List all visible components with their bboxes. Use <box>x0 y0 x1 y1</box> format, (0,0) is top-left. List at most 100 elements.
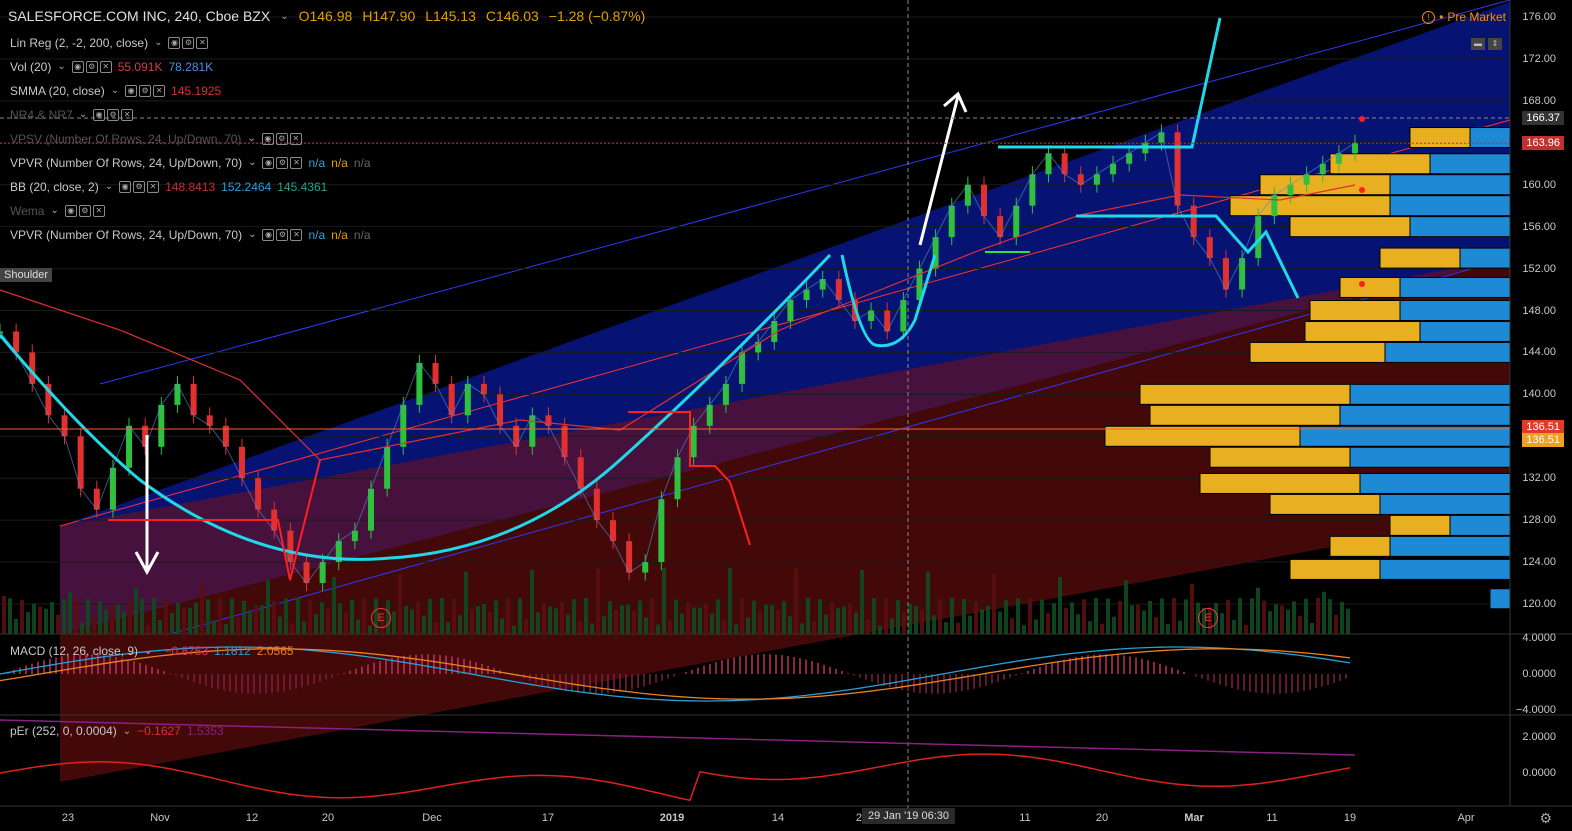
indicator-legend-row[interactable]: VPVR (Number Of Rows, 24, Up/Down, 70) ⌄ ◉… <box>10 154 371 172</box>
volume-bar <box>20 600 24 634</box>
indicator-controls[interactable]: ◉ ⚙ ✕ <box>93 109 134 121</box>
volume-bar <box>98 601 102 634</box>
volume-bar <box>536 612 540 634</box>
close-icon[interactable]: ✕ <box>289 133 302 145</box>
indicator-controls[interactable]: ◉ ⚙ ✕ <box>168 37 209 49</box>
close-icon[interactable]: ✕ <box>196 37 209 49</box>
indicator-controls[interactable]: ◉ ⚙ ✕ <box>262 229 303 241</box>
settings-icon[interactable]: ⚙ <box>78 205 91 217</box>
volume-profile-up-bar <box>1349 383 1511 405</box>
volume-bar <box>1052 603 1056 634</box>
earnings-icon[interactable]: E <box>371 608 391 628</box>
volume-bar <box>1250 598 1254 634</box>
chevron-down-icon[interactable]: ⌄ <box>123 726 131 737</box>
close-icon[interactable]: ✕ <box>147 181 160 193</box>
indicator-name[interactable]: VPVR (Number Of Rows, 24, Up/Down, 70) <box>10 154 242 172</box>
settings-icon[interactable]: ⚙ <box>182 37 195 49</box>
eye-icon[interactable]: ◉ <box>93 109 106 121</box>
volume-profile-down-bar <box>1149 404 1341 426</box>
volume-bar <box>110 605 114 634</box>
per-name[interactable]: pEr (252, 0, 0.0004) <box>10 724 117 738</box>
indicator-controls[interactable]: ◉ ⚙ ✕ <box>119 181 160 193</box>
indicator-legend-row[interactable]: Vol (20) ⌄ ◉ ⚙ ✕ 55.091K 78.281K <box>10 58 213 76</box>
indicator-legend-row[interactable]: VPSV (Number Of Rows, 24, Up/Down, 70) ⌄ ◉… <box>10 130 302 148</box>
indicator-legend-row[interactable]: NR4 & NR7 ⌄ ◉ ⚙ ✕ <box>10 106 134 124</box>
volume-bar <box>248 610 252 634</box>
close-icon[interactable]: ✕ <box>121 109 134 121</box>
settings-icon[interactable]: ⚙ <box>275 133 288 145</box>
eye-icon[interactable]: ◉ <box>168 37 181 49</box>
symbol-title[interactable]: SALESFORCE.COM INC, 240, Cboe BZX <box>8 8 270 24</box>
indicator-controls[interactable]: ◉ ⚙ ✕ <box>71 61 112 73</box>
volume-bar <box>1304 598 1308 634</box>
gear-icon[interactable]: ⚙ <box>1539 810 1552 827</box>
close-icon[interactable]: ✕ <box>92 205 105 217</box>
volume-bar <box>410 609 414 634</box>
volume-bar <box>134 587 138 634</box>
settings-icon[interactable]: ⚙ <box>107 109 120 121</box>
indicator-name[interactable]: VPVR (Number Of Rows, 24, Up/Down, 70) <box>10 226 242 244</box>
signal-dot <box>1359 281 1365 287</box>
close-icon[interactable]: ✕ <box>99 61 112 73</box>
chevron-down-icon[interactable]: ⌄ <box>50 202 58 220</box>
eye-icon[interactable]: ◉ <box>261 133 274 145</box>
settings-icon[interactable]: ⚙ <box>276 229 289 241</box>
settings-icon[interactable]: ⚙ <box>85 61 98 73</box>
volume-bar <box>566 614 570 634</box>
eye-icon[interactable]: ◉ <box>64 205 77 217</box>
price-chart[interactable] <box>0 0 1572 831</box>
volume-bar <box>1274 604 1278 634</box>
close-icon[interactable]: ✕ <box>153 85 166 97</box>
indicator-legend-row[interactable]: Lin Reg (2, -2, 200, close) ⌄ ◉ ⚙ ✕ <box>10 34 209 52</box>
eye-icon[interactable]: ◉ <box>71 61 84 73</box>
volume-bar <box>50 601 54 634</box>
indicator-controls[interactable]: ◉ ⚙ ✕ <box>125 85 166 97</box>
settings-icon[interactable]: ⚙ <box>276 157 289 169</box>
minimize-icon[interactable]: ▬ <box>1471 38 1485 50</box>
close-icon[interactable]: ✕ <box>290 157 303 169</box>
chevron-down-icon[interactable]: ⌄ <box>154 34 162 52</box>
chevron-down-icon[interactable]: ⌄ <box>248 154 256 172</box>
volume-bar <box>104 609 108 634</box>
settings-icon[interactable]: ⚙ <box>133 181 146 193</box>
volume-bar <box>416 601 420 634</box>
indicator-controls[interactable]: ◉ ⚙ ✕ <box>64 205 105 217</box>
earnings-icon[interactable]: E <box>1198 608 1218 628</box>
eye-icon[interactable]: ◉ <box>262 157 275 169</box>
indicator-legend-row[interactable]: VPVR (Number Of Rows, 24, Up/Down, 70) ⌄ ◉… <box>10 226 371 244</box>
indicator-legend-row[interactable]: Wema ⌄ ◉ ⚙ ✕ <box>10 202 105 220</box>
indicator-name[interactable]: SMMA (20, close) <box>10 82 105 100</box>
volume-bar <box>554 608 558 634</box>
chevron-down-icon[interactable]: ⌄ <box>248 226 256 244</box>
indicator-name[interactable]: NR4 & NR7 <box>10 106 73 124</box>
chevron-down-icon[interactable]: ⌄ <box>111 82 119 100</box>
pre-market-badge[interactable]: ! • Pre Market <box>1422 10 1506 24</box>
macd-name[interactable]: MACD (12, 26, close, 9) <box>10 644 138 658</box>
volume-bar <box>1094 598 1098 634</box>
chevron-down-icon[interactable]: ⌄ <box>79 106 87 124</box>
indicator-legend-row[interactable]: SMMA (20, close) ⌄ ◉ ⚙ ✕ 145.1925 <box>10 82 221 100</box>
chevron-down-icon[interactable]: ⌄ <box>144 646 152 657</box>
volume-bar <box>1220 613 1224 634</box>
chevron-down-icon[interactable]: ⌄ <box>247 130 255 148</box>
eye-icon[interactable]: ◉ <box>125 85 138 97</box>
volume-bar <box>806 598 810 634</box>
indicator-name[interactable]: Lin Reg (2, -2, 200, close) <box>10 34 148 52</box>
eye-icon[interactable]: ◉ <box>119 181 132 193</box>
indicator-name[interactable]: Vol (20) <box>10 58 51 76</box>
eye-icon[interactable]: ◉ <box>262 229 275 241</box>
indicator-name[interactable]: BB (20, close, 2) <box>10 178 99 196</box>
indicator-name[interactable]: Wema <box>10 202 44 220</box>
indicator-name[interactable]: VPSV (Number Of Rows, 24, Up/Down, 70) <box>10 130 241 148</box>
volume-profile-down-bar <box>1209 446 1351 468</box>
indicator-controls[interactable]: ◉ ⚙ ✕ <box>261 133 302 145</box>
volume-bar <box>728 568 732 634</box>
maximize-icon[interactable]: ⇕ <box>1488 38 1502 50</box>
chevron-down-icon[interactable]: ⌄ <box>280 11 288 22</box>
indicator-legend-row[interactable]: BB (20, close, 2) ⌄ ◉ ⚙ ✕ 148.8413 152.2464 145… <box>10 178 327 196</box>
chevron-down-icon[interactable]: ⌄ <box>105 178 113 196</box>
settings-icon[interactable]: ⚙ <box>139 85 152 97</box>
close-icon[interactable]: ✕ <box>290 229 303 241</box>
indicator-controls[interactable]: ◉ ⚙ ✕ <box>262 157 303 169</box>
chevron-down-icon[interactable]: ⌄ <box>57 58 65 76</box>
